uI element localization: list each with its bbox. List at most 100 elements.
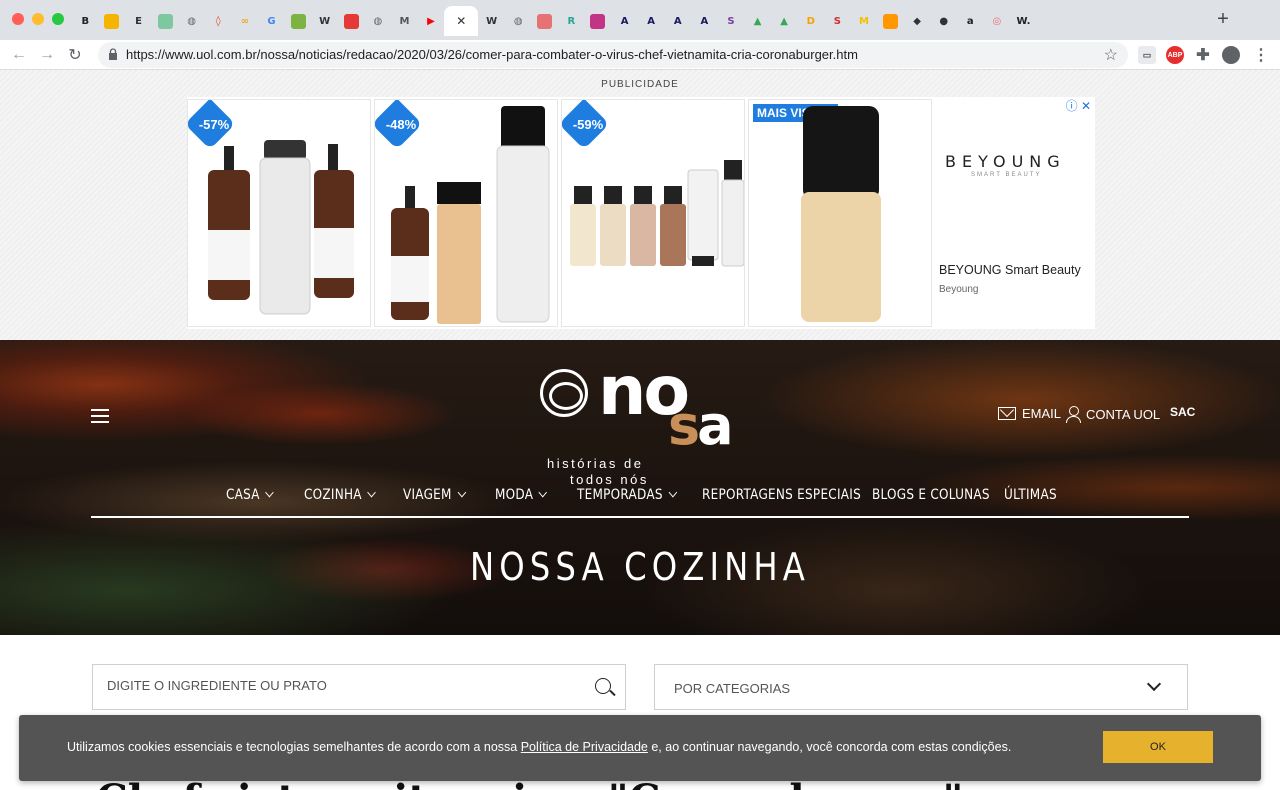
- browser-tab[interactable]: [877, 6, 904, 36]
- ad-banner[interactable]: -57% -48% -59% MAIS VISTOS ⓘ ✕ BEYOUNG S…: [187, 97, 1095, 329]
- nav-item-moda[interactable]: MODA: [495, 484, 548, 506]
- browser-tab[interactable]: ●: [930, 6, 957, 36]
- nossa-logo[interactable]: no sa histórias de todos nós: [540, 352, 750, 487]
- logo-end-letter: a: [697, 394, 733, 457]
- browser-tab[interactable]: [152, 6, 179, 36]
- sheet-icon: [157, 13, 173, 29]
- chevron-down-icon: [457, 487, 466, 498]
- a-icon: A: [673, 15, 682, 27]
- logo-accent-letter: s: [668, 394, 700, 457]
- browser-tab[interactable]: G: [258, 6, 285, 36]
- nav-item-viagem[interactable]: VIAGEM: [403, 484, 466, 506]
- ad-product-3[interactable]: -59%: [561, 99, 745, 327]
- extensions-puzzle-icon[interactable]: ✚: [1194, 46, 1212, 64]
- browser-tab[interactable]: E: [125, 6, 152, 36]
- browser-tab[interactable]: [285, 6, 312, 36]
- extension-icon[interactable]: ▭: [1138, 46, 1156, 64]
- email-link[interactable]: EMAIL: [998, 406, 1061, 421]
- browser-tab[interactable]: A: [664, 6, 691, 36]
- browser-tab[interactable]: ◎: [984, 6, 1011, 36]
- user-icon: [1066, 406, 1081, 423]
- browser-tab[interactable]: W.: [1010, 6, 1037, 36]
- ingredient-search[interactable]: [92, 664, 626, 710]
- profile-avatar-icon[interactable]: [1222, 46, 1240, 64]
- nav-item-label: COZINHA: [304, 487, 362, 503]
- search-icon[interactable]: [595, 678, 611, 694]
- wikipedia-icon: W: [486, 15, 498, 27]
- new-tab-button[interactable]: +: [1212, 8, 1234, 30]
- browser-tab[interactable]: M: [391, 6, 418, 36]
- browser-tab[interactable]: A: [611, 6, 638, 36]
- nav-item-últimas[interactable]: ÚLTIMAS: [1004, 484, 1057, 506]
- cosmetics-image: [391, 106, 550, 324]
- s-icon: S: [833, 15, 841, 27]
- bookmark-star-icon[interactable]: ☆: [1104, 45, 1118, 65]
- browser-tab[interactable]: [99, 6, 126, 36]
- browser-tab[interactable]: ◍: [178, 6, 205, 36]
- maximize-window-button[interactable]: [52, 13, 64, 25]
- minimize-window-button[interactable]: [32, 13, 44, 25]
- close-icon: ✕: [456, 14, 467, 28]
- account-link[interactable]: CONTA UOL: [1066, 406, 1160, 423]
- globe-icon: ◍: [373, 15, 383, 27]
- browser-tab[interactable]: M: [851, 6, 878, 36]
- forward-button[interactable]: →: [36, 44, 58, 66]
- serum-bottles-image: [208, 140, 354, 315]
- close-window-button[interactable]: [12, 13, 24, 25]
- nav-item-temporadas[interactable]: TEMPORADAS: [577, 484, 677, 506]
- browser-tab[interactable]: S: [824, 6, 851, 36]
- menu-hamburger-icon[interactable]: [91, 409, 109, 423]
- browser-tab[interactable]: D: [797, 6, 824, 36]
- ad-product-2[interactable]: -48%: [374, 99, 558, 327]
- ad-product-1[interactable]: -57%: [187, 99, 371, 327]
- reload-button[interactable]: ↻: [64, 44, 86, 66]
- browser-tab[interactable]: W: [311, 6, 338, 36]
- leaf-icon: [290, 13, 306, 29]
- b-icon: B: [81, 15, 90, 27]
- browser-tab[interactable]: W: [478, 6, 505, 36]
- ad-product-4[interactable]: MAIS VISTOS: [748, 99, 932, 327]
- tab-active[interactable]: ✕: [444, 6, 479, 36]
- target-icon: ◎: [992, 15, 1002, 27]
- mail-icon: [998, 407, 1016, 420]
- browser-tab[interactable]: ▲: [771, 6, 798, 36]
- browser-tab[interactable]: ▲: [744, 6, 771, 36]
- browser-tab[interactable]: [338, 6, 365, 36]
- privacy-policy-link[interactable]: Política de Privacidade: [521, 740, 648, 754]
- youtube-icon: ▶: [427, 15, 435, 27]
- browser-menu-icon[interactable]: ⋮: [1252, 46, 1270, 64]
- nav-item-label: MODA: [495, 487, 534, 503]
- adchoices-icon[interactable]: ⓘ ✕: [1066, 97, 1091, 114]
- sac-link[interactable]: SAC: [1170, 405, 1195, 419]
- nav-item-blogs-e-colunas[interactable]: BLOGS E COLUNAS: [872, 484, 990, 506]
- category-select[interactable]: POR CATEGORIAS: [654, 664, 1188, 710]
- browser-tab[interactable]: ◊: [205, 6, 232, 36]
- browser-tab[interactable]: [532, 6, 559, 36]
- browser-tab[interactable]: a: [957, 6, 984, 36]
- browser-tab[interactable]: A: [638, 6, 665, 36]
- nav-item-reportagens-especiais[interactable]: REPORTAGENS ESPECIAIS: [702, 484, 861, 506]
- browser-tab[interactable]: ▶: [418, 6, 445, 36]
- browser-tab[interactable]: ◆: [904, 6, 931, 36]
- browser-tab[interactable]: ∞: [232, 6, 259, 36]
- adblock-icon[interactable]: ABP: [1166, 46, 1184, 64]
- back-button[interactable]: ←: [8, 44, 30, 66]
- browser-tab[interactable]: [585, 6, 612, 36]
- nav-item-casa[interactable]: CASA: [226, 484, 274, 506]
- nav-item-cozinha[interactable]: COZINHA: [304, 484, 376, 506]
- logo-accent-text: sa: [668, 394, 734, 457]
- browser-tab[interactable]: S: [718, 6, 745, 36]
- d-icon: D: [806, 15, 815, 27]
- browser-tab[interactable]: R: [558, 6, 585, 36]
- drop-icon: ◊: [215, 15, 221, 27]
- browser-tab[interactable]: B: [72, 6, 99, 36]
- browser-tab[interactable]: A: [691, 6, 718, 36]
- foundation-bottle-image: [801, 106, 881, 322]
- search-input[interactable]: [107, 678, 577, 693]
- browser-tab[interactable]: ◍: [365, 6, 392, 36]
- advertiser-panel[interactable]: ⓘ ✕ BEYOUNG SMART BEAUTY BEYOUNG Smart B…: [935, 97, 1095, 329]
- cookie-ok-button[interactable]: OK: [1103, 731, 1213, 763]
- browser-tab[interactable]: ◍: [505, 6, 532, 36]
- address-bar[interactable]: https://www.uol.com.br/nossa/noticias/re…: [98, 42, 1128, 68]
- advertiser-name[interactable]: BEYOUNG Smart Beauty: [939, 263, 1081, 277]
